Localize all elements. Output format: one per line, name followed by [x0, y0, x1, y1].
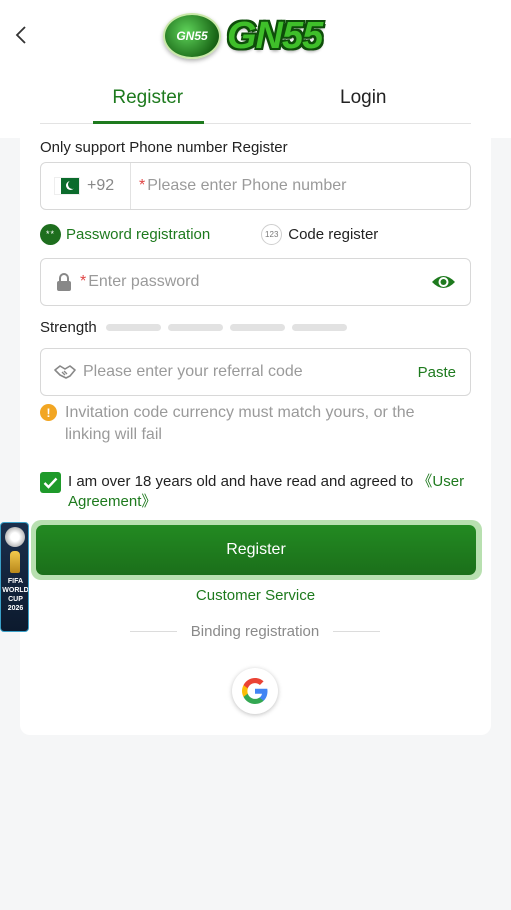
agree-text: I am over 18 years old and have read and…	[68, 472, 471, 512]
invitation-warning: ! Invitation code currency must match yo…	[40, 402, 460, 446]
divider-line	[333, 631, 381, 632]
strength-bar	[167, 324, 223, 331]
phone-hint: Only support Phone number Register	[40, 139, 288, 156]
country-code[interactable]: +92	[87, 177, 125, 195]
agree-statement: I am over 18 years old and have read and…	[68, 473, 418, 490]
registration-mode: ** Password registration 123 Code regist…	[40, 222, 471, 246]
password-registration-radio[interactable]: **	[40, 223, 61, 245]
app-logo: GN55 GN55	[163, 10, 348, 62]
binding-label: Binding registration	[190, 623, 320, 640]
warning-text: Invitation code currency must match your…	[65, 404, 415, 443]
warning-icon: !	[40, 404, 57, 421]
chevron-left-icon	[15, 26, 26, 44]
referral-field[interactable]: Please enter your referral code Paste	[40, 348, 471, 396]
trophy-icon	[10, 551, 20, 573]
handshake-icon	[54, 365, 76, 379]
field-divider	[130, 163, 131, 209]
back-button[interactable]	[10, 22, 32, 48]
tab-login[interactable]: Login	[256, 78, 472, 123]
strength-bar	[105, 324, 161, 331]
code-register-radio[interactable]: 123	[261, 223, 283, 245]
strength-bar	[229, 324, 285, 331]
phone-field[interactable]: +92 * Please enter Phone number	[40, 162, 471, 210]
auth-tabs: Register Login	[40, 78, 471, 124]
password-field[interactable]: * Enter password	[40, 258, 471, 306]
customer-service-link[interactable]: Customer Service	[0, 587, 511, 604]
required-mark: *	[80, 273, 87, 290]
google-icon	[242, 678, 268, 704]
required-mark: *	[139, 177, 146, 194]
strength-label: Strength	[40, 319, 97, 336]
tab-register[interactable]: Register	[40, 78, 256, 124]
user-agreement-row: I am over 18 years old and have read and…	[40, 472, 471, 512]
eye-icon[interactable]	[431, 272, 456, 292]
check-icon	[43, 477, 58, 489]
strength-bar	[291, 324, 347, 331]
fifa-banner-text: FIFA WORLD CUP 2026	[2, 578, 29, 612]
lock-icon	[57, 273, 71, 291]
binding-registration: Binding registration	[130, 623, 381, 640]
divider-line	[130, 631, 177, 632]
football-icon	[5, 527, 25, 547]
password-strength: Strength	[40, 319, 347, 336]
top-bar: GN55 GN55 Register Login	[0, 0, 511, 138]
logo-text: GN55	[227, 14, 323, 57]
phone-input[interactable]: Please enter Phone number	[147, 177, 346, 195]
paste-button[interactable]: Paste	[418, 364, 456, 381]
fifa-promo-banner[interactable]: FIFA WORLD CUP 2026	[0, 522, 29, 632]
agree-checkbox[interactable]	[40, 472, 61, 493]
code-register-label[interactable]: Code register	[288, 226, 378, 243]
password-registration-label[interactable]: Password registration	[66, 226, 210, 243]
password-input[interactable]: Enter password	[88, 273, 199, 291]
logo-badge: GN55	[163, 13, 221, 59]
referral-input[interactable]: Please enter your referral code	[83, 363, 303, 381]
google-login-button[interactable]	[232, 668, 278, 714]
register-button[interactable]: Register	[36, 525, 476, 575]
pakistan-flag-icon[interactable]	[55, 178, 79, 194]
